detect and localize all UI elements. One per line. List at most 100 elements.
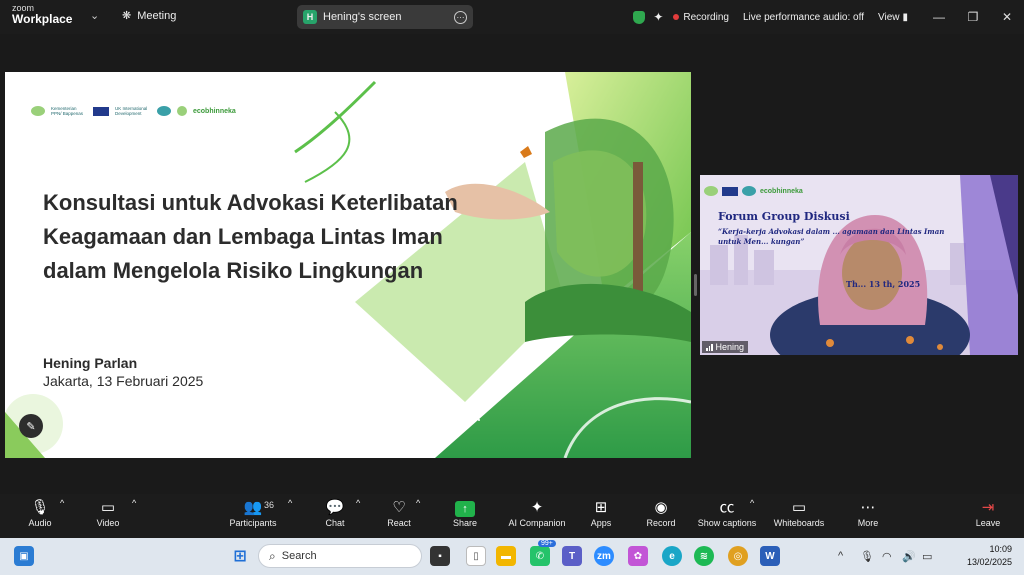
video-label: Video xyxy=(96,518,120,528)
copilot-icon[interactable]: ✿ xyxy=(628,546,648,566)
show-captions-label: Show captions xyxy=(697,518,757,528)
react-button[interactable]: ♡ React xyxy=(384,498,414,528)
file-explorer-icon[interactable]: ▬ xyxy=(496,546,516,566)
microphone-icon[interactable]: 🎙 xyxy=(860,550,874,563)
audio-label: Audio xyxy=(28,518,52,528)
apps-icon: ⊞ xyxy=(594,499,608,516)
title-bar: zoom Workplace ⌄ ❋ Meeting H Hening's sc… xyxy=(0,0,1024,34)
partner-logo-icon xyxy=(742,186,756,196)
more-label: More xyxy=(857,518,879,528)
participants-options-caret[interactable]: ^ xyxy=(288,498,292,508)
live-audio-label[interactable]: Live performance audio: off xyxy=(743,12,864,23)
more-options-icon[interactable]: ··· xyxy=(454,10,467,24)
whiteboards-label: Whiteboards xyxy=(773,518,825,528)
logo-bappenas: Kementerian PPN/ Bappenas xyxy=(51,106,84,116)
leave-label: Leave xyxy=(975,518,1001,528)
widgets-icon[interactable]: ▣ xyxy=(14,546,34,566)
ai-companion-label: AI Companion xyxy=(508,518,566,528)
logo-uk: UK International Development xyxy=(115,106,148,116)
taskbar-clock[interactable]: 10:09 13/02/2025 xyxy=(967,543,1012,569)
ecobhinneka-logo-icon xyxy=(177,106,187,116)
minimize-button[interactable]: — xyxy=(922,10,956,24)
partner-logo-icon xyxy=(157,106,171,116)
shield-icon[interactable] xyxy=(633,10,646,24)
uk-flag-icon xyxy=(722,186,738,196)
resize-handle[interactable] xyxy=(694,274,697,296)
file-icon[interactable]: ▯ xyxy=(466,546,486,566)
chat-label: Chat xyxy=(325,518,345,528)
taskbar-search[interactable]: ⌕ Search xyxy=(258,544,422,568)
annotate-pencil-icon[interactable]: ✎ xyxy=(19,414,43,438)
slide-author: Hening Parlan xyxy=(43,355,138,371)
audio-button[interactable]: 🎙 Audio xyxy=(24,498,56,528)
meeting-stage: Kementerian PPN/ Bappenas UK Internation… xyxy=(0,34,1024,494)
teams-icon[interactable]: T xyxy=(562,546,582,566)
clock-time: 10:09 xyxy=(989,544,1012,554)
wifi-icon[interactable]: ◠ xyxy=(882,550,892,563)
close-button[interactable]: ✕ xyxy=(990,10,1024,24)
video-options-caret[interactable]: ^ xyxy=(132,498,136,508)
chat-button[interactable]: 💬 Chat xyxy=(320,498,350,528)
shared-slide: Kementerian PPN/ Bappenas UK Internation… xyxy=(5,72,691,458)
apps-label: Apps xyxy=(590,518,612,528)
audio-options-caret[interactable]: ^ xyxy=(60,498,64,508)
slide-title: Konsultasi untuk Advokasi Keterlibatan K… xyxy=(43,190,458,283)
volume-icon[interactable]: 🔊 xyxy=(902,550,916,563)
logo-ecobhinneka: ecobhinneka xyxy=(193,107,236,115)
task-view-icon[interactable]: ▪ xyxy=(430,546,450,566)
ai-companion-button[interactable]: ✦ AI Companion xyxy=(506,498,568,528)
captions-options-caret[interactable]: ^ xyxy=(750,498,754,508)
react-options-caret[interactable]: ^ xyxy=(416,498,420,508)
search-icon: ⌕ xyxy=(269,548,276,563)
view-icon[interactable]: ▮ xyxy=(902,12,908,23)
video-date: Th... 13 th, 2025 xyxy=(846,279,921,289)
video-button[interactable]: ▭ Video xyxy=(92,498,124,528)
share-button[interactable]: ↑ Share xyxy=(450,498,480,528)
microphone-muted-icon: 🎙 xyxy=(30,499,50,516)
uk-flag-icon xyxy=(93,106,109,116)
record-label: Record xyxy=(646,518,676,528)
apps-button[interactable]: ⊞ Apps xyxy=(586,498,616,528)
record-icon: ◉ xyxy=(654,499,668,516)
video-forum-title: Forum Group Diskusi xyxy=(718,210,850,223)
heart-icon: ♡ xyxy=(392,499,406,516)
more-button[interactable]: ⋯ More xyxy=(854,498,882,528)
meeting-menu[interactable]: ❋ Meeting xyxy=(122,9,177,23)
view-label[interactable]: View xyxy=(878,12,900,23)
zoom-logo: zoom Workplace xyxy=(12,3,72,25)
chat-icon: 💬 xyxy=(325,499,345,516)
ai-sparkle-icon[interactable]: ✦ xyxy=(653,10,663,24)
recording-label[interactable]: Recording xyxy=(683,12,729,23)
chrome-icon[interactable]: ◎ xyxy=(728,546,748,566)
zoom-taskbar-icon[interactable]: zm xyxy=(594,546,614,566)
spotify-icon[interactable]: ≋ xyxy=(694,546,714,566)
slide-date: Jakarta, 13 Februari 2025 xyxy=(43,373,204,389)
leave-button[interactable]: ⇥ Leave xyxy=(974,498,1002,528)
meeting-label: Meeting xyxy=(137,9,177,22)
participant-video-tile[interactable]: ecobhinneka Forum Group Diskusi “Kerja-k… xyxy=(700,175,1018,355)
titlebar-right: ✦ Recording Live performance audio: off … xyxy=(633,0,1024,34)
whatsapp-icon[interactable]: ✆ xyxy=(530,546,550,566)
whiteboards-button[interactable]: ▭ Whiteboards xyxy=(772,498,826,528)
clock-date: 13/02/2025 xyxy=(966,557,1012,567)
presenter-badge: H xyxy=(303,10,317,24)
leave-icon: ⇥ xyxy=(981,499,995,516)
edge-icon[interactable]: e xyxy=(662,546,682,566)
video-background-art xyxy=(700,175,1018,355)
record-button[interactable]: ◉ Record xyxy=(644,498,678,528)
show-captions-button[interactable]: ㏄ Show captions xyxy=(696,498,758,528)
tray-overflow-icon[interactable]: ^ xyxy=(838,550,843,562)
whiteboard-icon: ▭ xyxy=(791,499,807,516)
windows-taskbar: ▣ ⊞ ⌕ Search ▪ ▯ ▬ ✆ 99+ T zm ✿ e ≋ ◎ W … xyxy=(0,538,1024,575)
screen-share-pill[interactable]: H Hening's screen ··· xyxy=(297,5,473,29)
word-icon[interactable]: W xyxy=(760,546,780,566)
participant-name: Hening xyxy=(715,342,745,352)
share-screen-icon: ↑ xyxy=(455,501,475,517)
battery-icon[interactable]: ▭ xyxy=(922,550,932,563)
restore-button[interactable]: ❐ xyxy=(956,10,990,24)
share-label: Share xyxy=(452,518,478,528)
chevron-down-icon[interactable]: ⌄ xyxy=(90,9,99,22)
chat-options-caret[interactable]: ^ xyxy=(356,498,360,508)
start-icon[interactable]: ⊞ xyxy=(230,546,250,566)
bappenas-logo-icon xyxy=(31,106,45,116)
